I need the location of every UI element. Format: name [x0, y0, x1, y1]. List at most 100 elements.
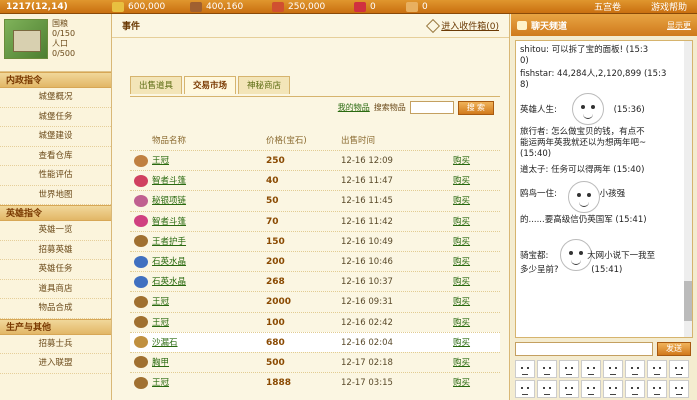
tab-mystery-shop[interactable]: 神秘商店	[238, 76, 291, 94]
sidebar-item-evaluation[interactable]: 性能评估	[0, 166, 111, 186]
buy-button[interactable]: 购买	[453, 191, 493, 210]
buy-button[interactable]: 购买	[453, 171, 493, 190]
chat-icon	[517, 20, 527, 30]
emote-face-icon[interactable]	[537, 360, 557, 378]
chat-send-button[interactable]: 发送	[657, 342, 691, 356]
panel-header: 事件 进入收件箱(0)	[112, 14, 509, 38]
chat-scrollbar[interactable]	[684, 41, 692, 337]
sidebar-item-recruit-hero[interactable]: 招募英雄	[0, 241, 111, 260]
chat-messages: shitou: 可以拆了宝的面板! (15:3 0) fishstar: 44,2…	[515, 40, 693, 338]
emote-face-icon[interactable]	[625, 360, 645, 378]
item-name-link[interactable]: 胸甲	[152, 353, 266, 372]
sidebar-item-castle-tasks[interactable]: 城堡任务	[0, 108, 111, 127]
item-name-link[interactable]: 石英水晶	[152, 252, 266, 271]
item-name-link[interactable]: 石英水晶	[152, 272, 266, 291]
search-input[interactable]	[409, 101, 454, 114]
sidebar-item-hero-list[interactable]: 英雄一览	[0, 221, 111, 241]
tab-sell-items[interactable]: 出售道具	[130, 76, 183, 94]
sidebar-item-crafting[interactable]: 物品合成	[0, 299, 111, 319]
table-row: 智者斗篷 40 12-16 11:47 购买	[130, 170, 500, 190]
table-header: 物品名称 价格(宝石) 出售时间	[130, 133, 500, 150]
chat-message: 多少呈前? (15:41)	[520, 265, 623, 275]
chat-input[interactable]	[515, 342, 653, 356]
castle-avatar[interactable]	[4, 19, 48, 59]
buy-button[interactable]: 购买	[453, 373, 493, 392]
chat-message: 的......要高级信仍英国军 (15:41)	[520, 215, 647, 225]
emote-face-icon[interactable]	[515, 360, 535, 378]
sidebar-item-castle-overview[interactable]: 城堡概况	[0, 88, 111, 108]
buy-button[interactable]: 购买	[453, 272, 493, 291]
item-name-link[interactable]: 王冠	[152, 373, 266, 392]
item-price: 1888	[266, 378, 292, 389]
buy-button[interactable]: 购买	[453, 313, 493, 332]
table-row: 沙漏石 680 12-16 02:04 购买	[130, 331, 500, 352]
left-sidebar: 国粮 0/150 人口 0/500 内政指令 城堡概况 城堡任务 城堡建设 查看…	[0, 14, 112, 400]
emote-face-icon[interactable]	[625, 380, 645, 398]
resource-people: 0	[406, 0, 456, 14]
sidebar-item-castle-build[interactable]: 城堡建设	[0, 127, 111, 147]
item-time: 12-17 02:18	[341, 357, 393, 368]
coin-icon	[112, 1, 124, 12]
item-name-link[interactable]: 王冠	[152, 313, 266, 332]
chat-message: 骑宝都: 大网小说下一我至	[520, 251, 656, 261]
top-resource-bar: 1217(12,14) 600,000 400,160 250,000 0 0 …	[0, 0, 697, 14]
inbox-link[interactable]: 进入收件箱(0)	[426, 18, 499, 33]
item-price: 500	[266, 357, 285, 368]
sidebar-item-item-shop[interactable]: 道具商店	[0, 280, 111, 299]
emote-face-icon[interactable]	[647, 380, 667, 398]
item-name-link[interactable]: 王冠	[152, 292, 266, 311]
my-items-link[interactable]: 我的物品	[338, 102, 370, 113]
chat-message: 道太子: 任务可以得两年 (15:40)	[520, 165, 645, 175]
table-row: 智者斗篷 70 12-16 11:42 购买	[130, 210, 500, 231]
top-link-queue[interactable]: 五宫卷	[594, 0, 621, 13]
market-table: 物品名称 价格(宝石) 出售时间 王冠 250 12-16 12:09 购买 智者斗篷 4…	[130, 133, 500, 392]
item-price: 50	[266, 196, 279, 207]
item-time: 12-16 11:47	[341, 176, 393, 187]
emote-face-icon[interactable]	[603, 380, 623, 398]
resource-gem: 0	[354, 0, 406, 14]
buy-button[interactable]: 购买	[453, 333, 493, 352]
gem-icon	[354, 1, 366, 12]
chat-title: 聊天频道	[531, 21, 568, 32]
item-name-link[interactable]: 王冠	[152, 151, 266, 170]
emote-face-icon[interactable]	[581, 360, 601, 378]
emote-face-icon[interactable]	[515, 380, 535, 398]
buy-button[interactable]: 购买	[453, 232, 493, 251]
emote-face-icon[interactable]	[603, 360, 623, 378]
emote-face-icon[interactable]	[647, 360, 667, 378]
buy-button[interactable]: 购买	[453, 252, 493, 271]
tab-trade-market[interactable]: 交易市场	[184, 76, 237, 94]
item-name-link[interactable]: 王者护手	[152, 232, 266, 251]
item-name-link[interactable]: 沙漏石	[152, 333, 266, 352]
sidebar-item-hero-tasks[interactable]: 英雄任务	[0, 260, 111, 280]
emote-face-icon[interactable]	[537, 380, 557, 398]
chat-message: fishstar: 44,284人,2,120,899 (15:3 8)	[520, 69, 667, 90]
emote-face-icon[interactable]	[559, 380, 579, 398]
item-name-link[interactable]: 秘银项链	[152, 191, 266, 210]
top-link-help[interactable]: 游戏帮助	[651, 0, 687, 13]
food-icon	[272, 1, 284, 12]
sidebar-item-warehouse[interactable]: 查看仓库	[0, 147, 111, 166]
sidebar-item-recruit-soldiers[interactable]: 招募士兵	[0, 335, 111, 354]
item-name-link[interactable]: 智者斗篷	[152, 171, 266, 190]
item-name-link[interactable]: 智者斗篷	[152, 212, 266, 231]
item-time: 12-16 11:42	[341, 216, 393, 227]
item-price: 2000	[266, 297, 292, 308]
emote-face-icon[interactable]	[581, 380, 601, 398]
emote-face-icon[interactable]	[559, 360, 579, 378]
sidebar-item-alliance[interactable]: 进入联盟	[0, 354, 111, 374]
buy-button[interactable]: 购买	[453, 292, 493, 311]
chat-refresh-link[interactable]: 显示更	[667, 20, 691, 31]
chat-message: shitou: 可以拆了宝的面板! (15:3 0)	[520, 45, 649, 66]
buy-button[interactable]: 购买	[453, 353, 493, 372]
chat-message: 旅行者: 怎么做宝贝的钱，有点不 能运两年英我就还以为想两年吧~ (15:40)	[520, 127, 647, 159]
chat-scroll-thumb[interactable]	[684, 281, 692, 321]
table-row: 石英水晶 200 12-16 10:46 购买	[130, 250, 500, 271]
buy-button[interactable]: 购买	[453, 212, 493, 231]
emote-face-icon[interactable]	[669, 380, 689, 398]
buy-button[interactable]: 购买	[453, 151, 493, 170]
sidebar-item-world-map[interactable]: 世界地图	[0, 186, 111, 205]
chat-message: 鸥鸟一住: 小孩强	[520, 189, 626, 199]
emote-face-icon[interactable]	[669, 360, 689, 378]
search-button[interactable]: 搜 索	[457, 100, 494, 115]
